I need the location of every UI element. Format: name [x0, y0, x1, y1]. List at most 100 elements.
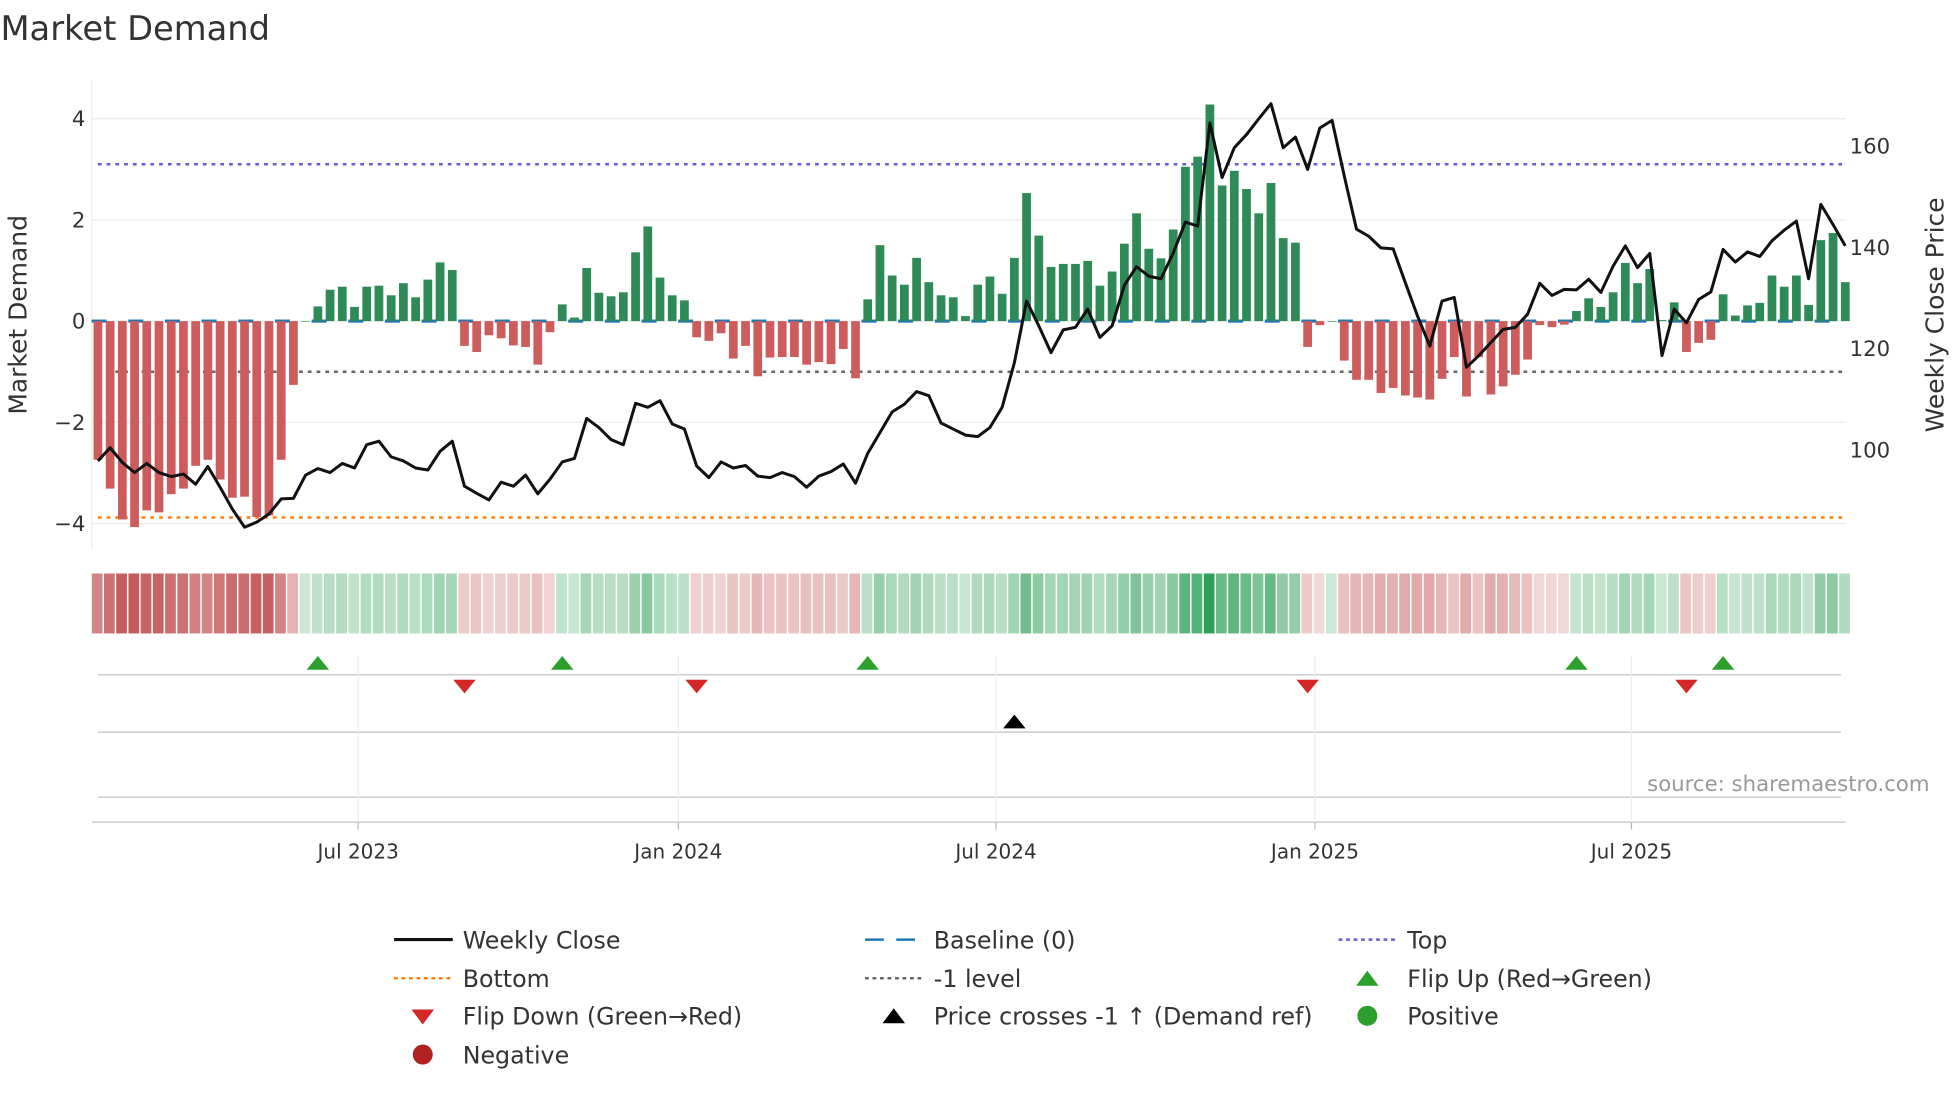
- demand-bar: [570, 317, 579, 322]
- demand-bar: [875, 245, 885, 322]
- heat-strip-cell: [177, 573, 189, 634]
- demand-bar: [105, 321, 115, 489]
- flip-down-marker: [453, 679, 476, 694]
- heat-strip-cell: [934, 573, 946, 634]
- demand-bar: [1413, 321, 1422, 398]
- flip-down-marker: [685, 679, 708, 694]
- heat-strip-cell: [1790, 573, 1802, 634]
- heat-strip-cell: [421, 573, 433, 634]
- demand-bar: [1266, 182, 1276, 322]
- demand-bar: [399, 283, 408, 322]
- demand-bar: [1535, 321, 1545, 326]
- demand-bar: [362, 286, 372, 322]
- demand-bar: [1242, 189, 1251, 322]
- demand-bar: [130, 321, 139, 528]
- demand-bar: [704, 321, 714, 341]
- heat-strip-cell: [800, 573, 812, 634]
- demand-bar: [1095, 285, 1105, 322]
- demand-bar: [887, 275, 897, 322]
- heat-strip-cell: [849, 573, 861, 634]
- heat-strip-cell: [1460, 573, 1472, 634]
- heat-strip-cell: [336, 573, 347, 634]
- weekly-close-line: [96, 102, 1847, 529]
- heat-strip-cell: [1533, 573, 1545, 634]
- heat-strip-cell: [1203, 573, 1215, 634]
- heat-strip-cell: [348, 573, 360, 634]
- heat-strip-cell: [519, 573, 531, 634]
- demand-bar: [1315, 321, 1325, 326]
- heat-strip-cell: [678, 573, 690, 634]
- x-tick-label: Jul 2025: [1589, 839, 1672, 863]
- heat-strip-cell: [360, 573, 372, 634]
- demand-bar: [1572, 310, 1581, 322]
- heat-strip-cell: [201, 573, 213, 634]
- demand-bar: [1009, 257, 1019, 322]
- legend-item: Baseline (0): [865, 926, 1075, 954]
- demand-bar: [533, 321, 543, 365]
- heat-strip-cell: [739, 573, 751, 634]
- heat-strip-cell: [1301, 573, 1313, 634]
- heat-strip-cell: [1338, 573, 1349, 634]
- legend-label: -1 level: [934, 965, 1022, 993]
- legend-circle-icon: [412, 1044, 433, 1065]
- demand-bar: [1620, 262, 1630, 322]
- demand-bar: [325, 289, 335, 322]
- heat-strip-cell: [971, 573, 983, 634]
- heat-strip-cell: [947, 573, 958, 634]
- heat-strip-cell: [592, 573, 604, 634]
- heat-strip-cell: [1362, 573, 1374, 634]
- heat-strip-cell: [1252, 573, 1264, 634]
- legend-item: Negative: [412, 1041, 569, 1069]
- heat-strip-cell: [996, 573, 1007, 634]
- heat-strip-cell: [1435, 573, 1447, 634]
- heat-strip-cell: [275, 573, 286, 634]
- demand-bar: [1694, 321, 1704, 343]
- demand-bar: [142, 321, 152, 511]
- heat-strip-cell: [922, 573, 934, 634]
- heat-strip-cell: [1814, 573, 1826, 634]
- heat-strip-cell: [385, 573, 396, 634]
- demand-bar: [961, 316, 970, 322]
- demand-bar: [472, 321, 482, 352]
- demand-bar: [496, 321, 506, 339]
- demand-bar: [912, 257, 921, 322]
- demand-bar: [802, 321, 812, 365]
- demand-bar: [1229, 170, 1239, 322]
- demand-bar: [240, 321, 249, 497]
- heat-strip-cell: [1839, 573, 1850, 634]
- demand-bar: [716, 321, 726, 334]
- demand-bar: [777, 321, 787, 358]
- heat-strip-cell: [751, 573, 763, 634]
- heat-strip-cell: [482, 573, 494, 634]
- legend-label: Price crosses -1 ↑ (Demand ref): [934, 1003, 1313, 1031]
- heat-strip-cell: [1093, 573, 1105, 634]
- demand-bar: [631, 252, 640, 322]
- legend-item: Price crosses -1 ↑ (Demand ref): [882, 1003, 1313, 1031]
- heat-strip-cell: [299, 573, 311, 634]
- heat-strip-cell: [226, 573, 237, 634]
- heat-strip-cell: [470, 573, 482, 634]
- demand-bar: [545, 321, 555, 333]
- demand-bar: [1449, 321, 1459, 358]
- legend-item: Positive: [1357, 1003, 1499, 1031]
- demand-bar: [447, 269, 457, 322]
- heat-strip-cell: [1215, 573, 1227, 634]
- legend-label: Flip Up (Red→Green): [1407, 965, 1652, 993]
- heat-strip-cell: [702, 573, 714, 634]
- heat-strip-cell: [140, 573, 152, 634]
- heat-strip-cell: [1130, 573, 1142, 634]
- demand-bar: [790, 321, 799, 358]
- heat-strip-cell: [213, 573, 225, 634]
- heat-strip-cell: [1692, 573, 1704, 634]
- x-tick-label: Jul 2023: [316, 839, 399, 863]
- legend-item: Flip Down (Green→Red): [411, 1003, 742, 1031]
- demand-bar: [1352, 321, 1361, 380]
- demand-bar: [594, 292, 604, 322]
- demand-bar: [1840, 282, 1850, 322]
- demand-bar: [753, 321, 763, 377]
- heat-strip-cell: [1277, 573, 1288, 634]
- demand-bar: [680, 300, 689, 322]
- demand-bar: [1804, 304, 1813, 322]
- heat-strip-cell: [1167, 573, 1178, 634]
- demand-bar: [924, 282, 934, 322]
